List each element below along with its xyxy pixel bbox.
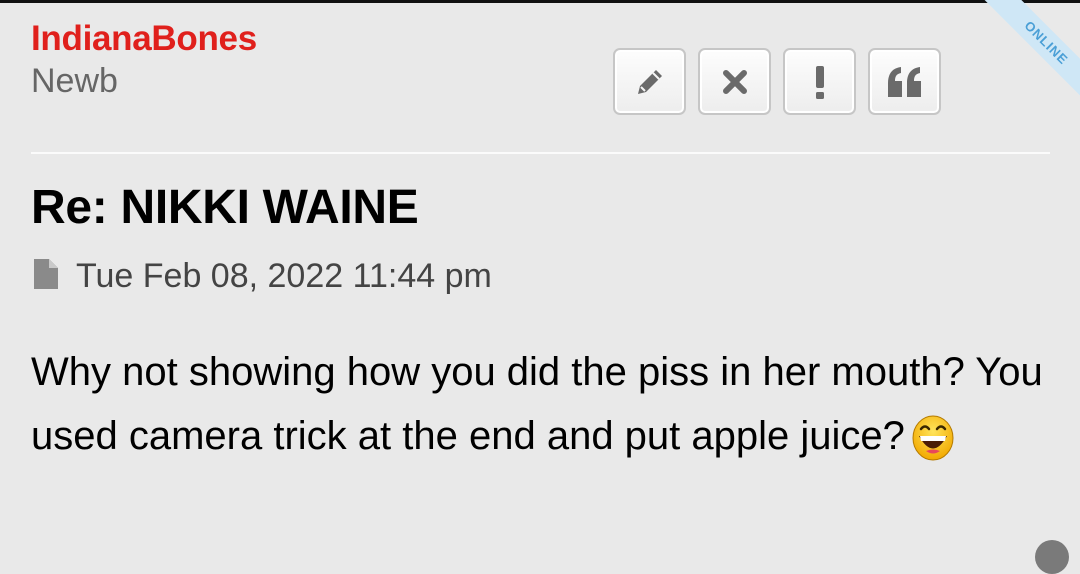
exclamation-icon	[813, 64, 827, 100]
scroll-top-button[interactable]	[1035, 540, 1069, 574]
online-ribbon: ONLINE	[950, 0, 1080, 130]
post-meta: Tue Feb 08, 2022 11:44 pm	[33, 257, 492, 296]
post-body-text: Why not showing how you did the piss in …	[31, 350, 1043, 458]
report-button[interactable]	[783, 48, 856, 115]
document-icon[interactable]	[33, 258, 59, 295]
author-username[interactable]: IndianaBones	[31, 19, 257, 59]
delete-button[interactable]	[698, 48, 771, 115]
author-rank: Newb	[31, 62, 118, 100]
grinning-face-emoji	[911, 415, 955, 480]
post-body: Why not showing how you did the piss in …	[31, 340, 1061, 480]
online-ribbon-label: ONLINE	[966, 0, 1080, 123]
pencil-icon	[632, 64, 668, 100]
header-divider	[31, 152, 1050, 154]
post-title[interactable]: Re: NIKKI WAINE	[31, 180, 419, 235]
post-timestamp: Tue Feb 08, 2022 11:44 pm	[76, 257, 492, 295]
close-icon	[720, 67, 750, 97]
quote-button[interactable]	[868, 48, 941, 115]
quote-icon	[885, 65, 925, 99]
post-action-buttons	[613, 48, 941, 115]
top-border	[0, 0, 1080, 3]
edit-button[interactable]	[613, 48, 686, 115]
